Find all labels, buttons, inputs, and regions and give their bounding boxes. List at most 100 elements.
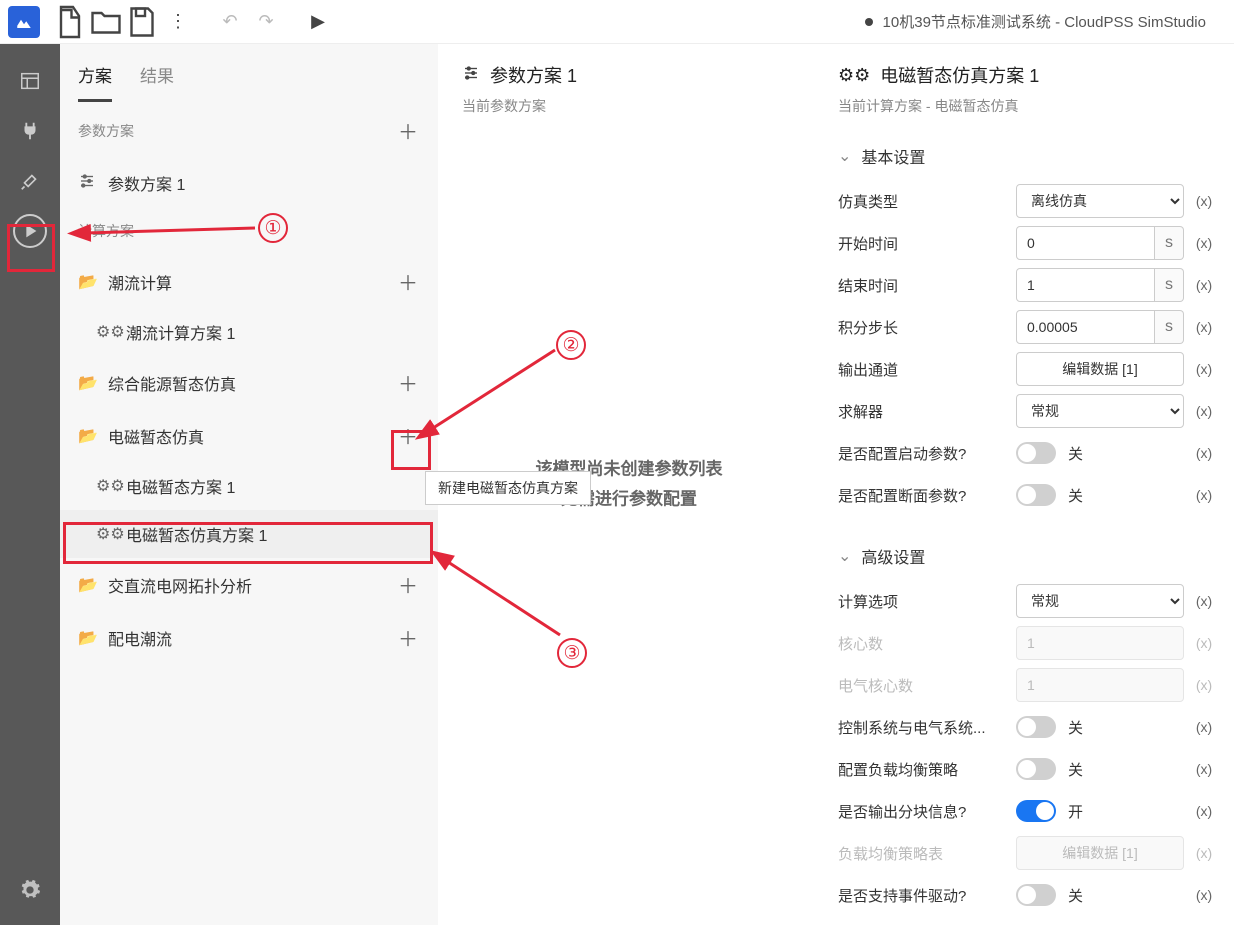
gears-icon: ⚙⚙	[96, 322, 118, 342]
toggle-startup[interactable]	[1016, 442, 1056, 464]
right-panel: ⚙⚙ 电磁暂态仿真方案 1 当前计算方案 - 电磁暂态仿真 ⌄ 基本设置 仿真类…	[820, 44, 1234, 925]
reset-icon[interactable]: (x)	[1192, 403, 1216, 419]
open-folder-icon[interactable]	[88, 4, 124, 40]
section-compute-label: 计算方案	[78, 221, 134, 241]
rail-tools-icon[interactable]	[0, 156, 60, 206]
tree-item-emt0[interactable]: ⚙⚙ 电磁暂态方案 1	[60, 462, 438, 510]
app-logo[interactable]	[8, 6, 40, 38]
toggle-state: 关	[1068, 717, 1083, 738]
toggle-ctrl[interactable]	[1016, 716, 1056, 738]
reset-icon[interactable]: (x)	[1192, 761, 1216, 777]
input-start[interactable]	[1016, 226, 1155, 260]
group-adv[interactable]: ⌄ 高级设置	[838, 544, 1216, 568]
label-output: 输出通道	[838, 359, 1008, 380]
section-param-label: 参数方案	[78, 121, 134, 141]
folder-icon: 📂	[78, 272, 100, 292]
rail-play-icon[interactable]	[0, 206, 60, 256]
tab-result[interactable]: 结果	[140, 62, 174, 102]
folder-icon: 📂	[78, 373, 100, 393]
gears-icon: ⚙⚙	[838, 65, 870, 86]
tab-scheme[interactable]: 方案	[78, 62, 112, 102]
tree-item-label: 交直流电网拓扑分析	[108, 573, 252, 597]
label-section: 是否配置断面参数?	[838, 485, 1008, 506]
reset-icon[interactable]: (x)	[1192, 277, 1216, 293]
input-end[interactable]	[1016, 268, 1155, 302]
reset-icon[interactable]: (x)	[1192, 803, 1216, 819]
annotation-num-1: ①	[258, 213, 288, 243]
tree-folder-dist[interactable]: 📂 配电潮流 ＋	[60, 611, 438, 664]
rail-settings-icon[interactable]	[0, 865, 60, 915]
run-icon[interactable]: ▶	[300, 4, 336, 40]
section-compute-header: 计算方案	[60, 207, 438, 255]
right-title: ⚙⚙ 电磁暂态仿真方案 1	[838, 62, 1216, 88]
icon-rail	[0, 44, 60, 925]
redo-icon[interactable]: ↷	[248, 4, 284, 40]
add-icon[interactable]: ＋	[396, 623, 420, 652]
input-ecores	[1016, 668, 1184, 702]
tree-item-label: 潮流计算方案 1	[126, 320, 235, 344]
edit-output-button[interactable]: 编辑数据 [1]	[1016, 352, 1184, 386]
gears-icon: ⚙⚙	[96, 476, 118, 496]
unit-label: s	[1155, 226, 1184, 260]
reset-icon[interactable]: (x)	[1192, 361, 1216, 377]
add-param-scheme-icon[interactable]: ＋	[396, 116, 420, 145]
toggle-state: 关	[1068, 759, 1083, 780]
right-subtitle: 当前计算方案 - 电磁暂态仿真	[838, 96, 1216, 116]
input-step[interactable]	[1016, 310, 1155, 344]
label-start: 开始时间	[838, 233, 1008, 254]
mid-title: 参数方案 1	[462, 62, 796, 88]
reset-icon[interactable]: (x)	[1192, 193, 1216, 209]
add-icon[interactable]: ＋	[396, 368, 420, 397]
toggle-balance[interactable]	[1016, 758, 1056, 780]
label-step: 积分步长	[838, 317, 1008, 338]
tree-folder-energy[interactable]: 📂 综合能源暂态仿真 ＋	[60, 356, 438, 409]
tree-item-label: 电磁暂态仿真方案 1	[126, 522, 267, 546]
reset-icon: (x)	[1192, 677, 1216, 693]
toggle-block[interactable]	[1016, 800, 1056, 822]
tree-item-emt1[interactable]: ⚙⚙ 电磁暂态仿真方案 1	[60, 510, 438, 558]
undo-icon[interactable]: ↶	[212, 4, 248, 40]
reset-icon[interactable]: (x)	[1192, 235, 1216, 251]
left-panel: 方案 结果 参数方案 ＋ 参数方案 1 计算方案 📂 潮流计算 ＋ ⚙⚙ 潮流计…	[60, 44, 438, 925]
toggle-section[interactable]	[1016, 484, 1056, 506]
main-area: 方案 结果 参数方案 ＋ 参数方案 1 计算方案 📂 潮流计算 ＋ ⚙⚙ 潮流计…	[0, 44, 1234, 925]
tree-item-param1[interactable]: 参数方案 1	[60, 159, 438, 207]
reset-icon[interactable]: (x)	[1192, 487, 1216, 503]
add-icon[interactable]: ＋	[396, 570, 420, 599]
new-file-icon[interactable]	[52, 4, 88, 40]
reset-icon[interactable]: (x)	[1192, 719, 1216, 735]
label-startup: 是否配置启动参数?	[838, 443, 1008, 464]
tree-folder-emt[interactable]: 📂 电磁暂态仿真 ＋	[60, 409, 438, 462]
reset-icon: (x)	[1192, 635, 1216, 651]
select-sim-type[interactable]: 离线仿真	[1016, 184, 1184, 218]
group-adv-label: 高级设置	[861, 544, 925, 568]
toggle-event[interactable]	[1016, 884, 1056, 906]
group-basic[interactable]: ⌄ 基本设置	[838, 144, 1216, 168]
more-icon[interactable]: ⋮	[160, 4, 196, 40]
toggle-state: 开	[1068, 801, 1083, 822]
add-emt-icon[interactable]: ＋	[396, 421, 420, 450]
edit-table-button: 编辑数据 [1]	[1016, 836, 1184, 870]
tree-folder-flow[interactable]: 📂 潮流计算 ＋	[60, 255, 438, 308]
tree-folder-acdc[interactable]: 📂 交直流电网拓扑分析 ＋	[60, 558, 438, 611]
label-event: 是否支持事件驱动?	[838, 885, 1008, 906]
rail-overview-icon[interactable]	[0, 56, 60, 106]
mid-title-text: 参数方案 1	[490, 62, 577, 88]
add-icon[interactable]: ＋	[396, 267, 420, 296]
left-tabs: 方案 结果	[60, 44, 438, 102]
tree-item-label: 电磁暂态仿真	[108, 424, 204, 448]
tree-item-flow1[interactable]: ⚙⚙ 潮流计算方案 1	[60, 308, 438, 356]
select-solver[interactable]: 常规	[1016, 394, 1184, 428]
input-cores	[1016, 626, 1184, 660]
label-sim-type: 仿真类型	[838, 191, 1008, 212]
reset-icon[interactable]: (x)	[1192, 445, 1216, 461]
reset-icon[interactable]: (x)	[1192, 887, 1216, 903]
rail-plug-icon[interactable]	[0, 106, 60, 156]
save-icon[interactable]	[124, 4, 160, 40]
select-calc-opt[interactable]: 常规	[1016, 584, 1184, 618]
sliders-icon	[78, 172, 100, 195]
reset-icon[interactable]: (x)	[1192, 593, 1216, 609]
group-basic-label: 基本设置	[861, 144, 925, 168]
tree-item-label: 电磁暂态方案 1	[126, 474, 235, 498]
reset-icon[interactable]: (x)	[1192, 319, 1216, 335]
